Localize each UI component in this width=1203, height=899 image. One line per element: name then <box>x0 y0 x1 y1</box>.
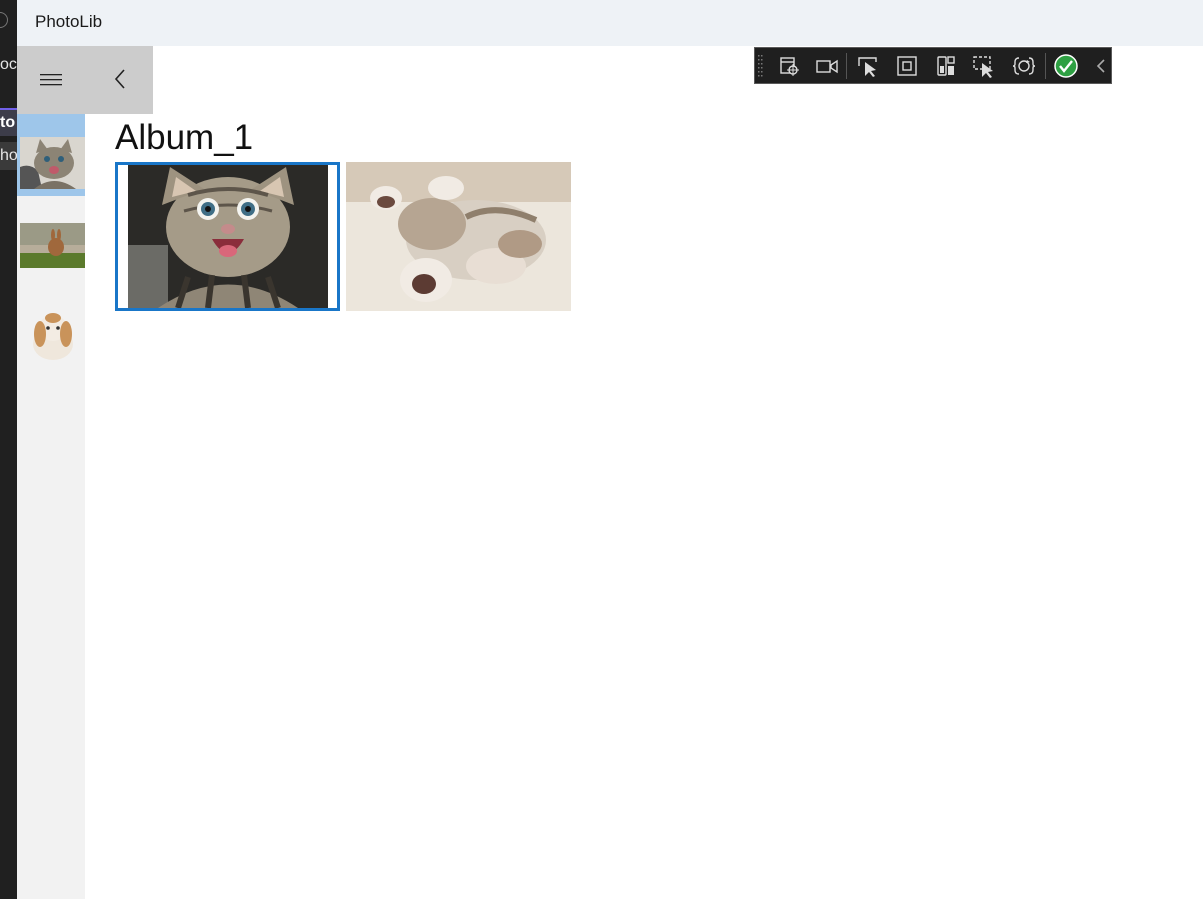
background-text: ho <box>0 142 17 170</box>
pane-item-rabbit[interactable] <box>17 214 85 274</box>
hot-reload-icon <box>1012 57 1036 75</box>
select-accessibility-icon <box>973 56 993 78</box>
record-icon <box>816 59 838 74</box>
background-circle-icon <box>0 12 8 28</box>
debug-toolbar <box>754 47 1112 84</box>
hamburger-button[interactable] <box>17 46 85 114</box>
toolbar-grip-icon[interactable] <box>758 54 764 78</box>
kitten-thumbnail <box>20 137 85 189</box>
select-accessibility-button[interactable] <box>970 52 998 80</box>
select-in-running-app-icon <box>858 57 877 77</box>
binding-failures-ok-button[interactable] <box>1052 52 1080 80</box>
rabbit-thumbnail <box>20 223 85 268</box>
select-in-running-app-button[interactable] <box>854 52 882 80</box>
hot-reload-button[interactable] <box>1010 52 1038 80</box>
toolbar-separator <box>1045 53 1046 79</box>
pane-item-lop-rabbit[interactable] <box>17 292 85 368</box>
back-button[interactable] <box>85 46 153 114</box>
background-text: oc <box>0 56 17 73</box>
photo-laughing-kitten[interactable] <box>115 162 340 311</box>
background-tab: to <box>0 108 17 136</box>
select-element-icon <box>780 57 799 76</box>
navigation-pane <box>17 114 85 899</box>
display-layout-adorners-button[interactable] <box>893 52 921 80</box>
album-title: Album_1 <box>115 118 254 157</box>
select-element-button[interactable] <box>775 52 803 80</box>
binding-failures-ok-icon <box>1054 54 1078 78</box>
collapse-icon <box>1096 59 1105 73</box>
laughing-kitten-image <box>118 165 337 308</box>
background-editor-strip: oc to ho <box>0 0 17 899</box>
lop-rabbit-thumbnail <box>20 300 85 364</box>
pane-item-kitten[interactable] <box>17 114 85 196</box>
toolbar-separator <box>846 53 847 79</box>
display-layout-adorners-icon <box>897 56 917 76</box>
hamburger-icon <box>40 74 62 86</box>
app-title: PhotoLib <box>35 12 103 31</box>
track-focus-icon <box>937 56 955 76</box>
track-focus-button[interactable] <box>932 52 960 80</box>
nav-buttons <box>17 46 153 114</box>
collapse-button[interactable] <box>1087 52 1107 80</box>
photo-sleeping-kitten[interactable] <box>346 162 571 311</box>
title-bar[interactable]: PhotoLib <box>17 0 1203 46</box>
back-icon <box>114 69 125 89</box>
app-window: PhotoLib Album_1 <box>17 0 1203 899</box>
sleeping-kitten-image <box>346 162 571 311</box>
record-button[interactable] <box>813 52 841 80</box>
